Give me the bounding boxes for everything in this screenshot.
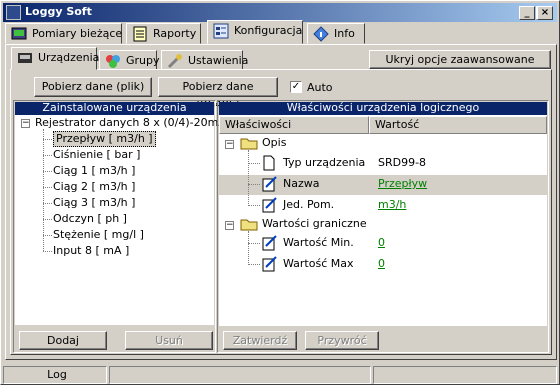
column-property[interactable]: Właściwości — [219, 116, 369, 134]
group-limits[interactable]: Wartości graniczne — [262, 216, 367, 232]
fetch-file-button[interactable]: Pobierz dane (plik) — [34, 77, 152, 97]
devices-header: Zainstalowane urządzenia — [15, 102, 214, 115]
edit-icon — [262, 197, 277, 213]
tree-line — [248, 184, 260, 185]
restore-button: Przywróć — [305, 331, 379, 350]
tree-line — [43, 219, 52, 220]
tab-konfiguracja[interactable]: Konfiguracja — [207, 20, 303, 44]
edit-icon — [262, 256, 277, 272]
tree-line — [248, 163, 260, 164]
app-window: Loggy Soft _ □ × Pomiary bieżące Raporty… — [0, 0, 560, 385]
device-item[interactable]: Ciąg 1 [ m3/h ] — [53, 163, 135, 179]
tree-line — [43, 155, 52, 156]
property-name: Wartość Min. — [283, 236, 354, 249]
confirm-button: Zatwierdź — [223, 331, 297, 350]
tree-line — [248, 243, 260, 244]
collapse-icon[interactable]: − — [225, 140, 234, 149]
folder-icon — [240, 219, 258, 231]
property-value[interactable]: 0 — [378, 256, 385, 272]
tree-line — [43, 187, 52, 188]
status-log: Log — [3, 366, 107, 384]
hide-advanced-button[interactable]: Ukryj opcje zaawansowane — [369, 50, 551, 69]
device-icon — [18, 53, 32, 63]
tab-label: Pomiary bieżące — [32, 27, 123, 40]
collapse-icon[interactable]: − — [21, 119, 30, 128]
tree-root[interactable]: Rejestrator danych 8 x (0/4)-20mA — [35, 115, 226, 131]
edit-icon — [262, 235, 277, 251]
column-value[interactable]: Wartość — [369, 116, 547, 134]
device-item[interactable]: Ciąg 3 [ m3/h ] — [53, 195, 135, 211]
subtab-label: Urządzenia — [38, 51, 100, 64]
auto-label: Auto — [307, 81, 333, 94]
report-icon — [133, 26, 147, 42]
minimize-button[interactable]: _ — [519, 6, 535, 20]
property-name: Nazwa — [283, 177, 320, 190]
close-button[interactable]: × — [537, 6, 553, 20]
tab-label: Konfiguracja — [234, 24, 303, 37]
subtab-label: Grupy — [126, 54, 160, 67]
info-icon — [313, 26, 329, 42]
collapse-icon[interactable]: − — [225, 221, 234, 230]
tree-line — [43, 171, 52, 172]
tree-line — [43, 139, 52, 140]
subtab-label: Ustawienia — [188, 54, 249, 67]
monitor-icon — [11, 27, 27, 40]
app-icon — [6, 5, 21, 20]
subtab-urzadzenia[interactable]: Urządzenia — [11, 47, 100, 70]
subtab-grupy[interactable]: Grupy — [99, 50, 160, 70]
group-opis[interactable]: Opis — [262, 135, 286, 151]
fetch-rs485-button[interactable]: Pobierz dane (RS485) — [158, 77, 278, 111]
property-value[interactable]: Przepływ — [378, 176, 427, 192]
tab-label: Raporty — [153, 27, 197, 40]
property-value[interactable]: 0 — [378, 235, 385, 251]
folder-icon — [240, 138, 258, 150]
subtab-ustawienia[interactable]: Ustawienia — [161, 50, 248, 70]
tree-line — [248, 231, 249, 265]
device-item[interactable]: Input 8 [ mA ] — [53, 243, 129, 259]
tree-line — [248, 264, 260, 265]
add-button[interactable]: Dodaj — [19, 331, 107, 350]
config-icon — [213, 23, 229, 39]
property-name: Jed. Pom. — [283, 198, 335, 211]
properties-header: Właściwości urządzenia logicznego — [219, 102, 547, 115]
status-panel-3 — [373, 366, 557, 384]
tab-info[interactable]: Info — [307, 23, 365, 44]
tools-icon — [167, 54, 182, 69]
tree-line — [248, 150, 249, 206]
tab-raporty[interactable]: Raporty — [126, 23, 201, 44]
tree-line — [43, 203, 52, 204]
auto-checkbox[interactable]: ✓ — [290, 81, 302, 93]
device-item[interactable]: Odczyn [ ph ] — [53, 211, 127, 227]
property-name: Wartość Max — [283, 257, 354, 270]
tree-line — [248, 205, 260, 206]
property-value: SRD99-8 — [378, 156, 427, 169]
device-item[interactable]: Przepływ [ m3/h ] — [53, 131, 156, 147]
device-item[interactable]: Ciąg 2 [ m3/h ] — [53, 179, 135, 195]
property-value[interactable]: m3/h — [378, 197, 406, 213]
edit-icon — [262, 176, 277, 192]
groups-icon — [106, 55, 120, 68]
device-item[interactable]: Stężenie [ mg/l ] — [53, 227, 144, 243]
window-title: Loggy Soft — [25, 5, 92, 18]
tree-line — [43, 235, 52, 236]
device-item[interactable]: Ciśnienie [ bar ] — [53, 147, 140, 163]
tree-line — [43, 251, 52, 252]
status-panel-2 — [109, 366, 371, 384]
document-icon — [263, 155, 275, 171]
remove-button: Usuń — [125, 331, 213, 350]
property-name: Typ urządzenia — [283, 156, 366, 169]
tab-label: Info — [334, 27, 355, 40]
tab-pomiary[interactable]: Pomiary bieżące — [5, 23, 122, 44]
tree-line — [43, 129, 44, 251]
